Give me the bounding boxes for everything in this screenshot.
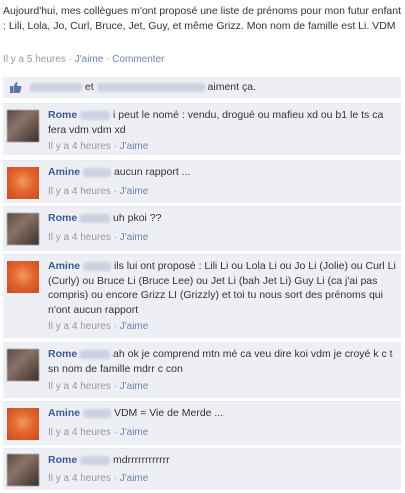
comment-like-link[interactable]: J'aime	[120, 427, 149, 438]
comment-item: Rome ah ok je comprend mtn mé ca veu dir…	[3, 342, 401, 398]
comment-body: Rome mdrrrrrrrrrrrr	[48, 453, 396, 468]
meta-separator: ·	[113, 186, 117, 197]
comment-author[interactable]: Rome	[48, 454, 77, 466]
comment-body: Amine aucun rapport ...	[48, 165, 396, 180]
comment-time: Il y a 4 heures	[48, 141, 111, 152]
meta-separator: ·	[68, 54, 72, 65]
comment-text: mdrrrrrrrrrrrr	[113, 454, 170, 466]
comment-like-link[interactable]: J'aime	[120, 141, 149, 152]
comment-time: Il y a 4 heures	[48, 232, 111, 243]
avatar[interactable]	[7, 408, 39, 440]
avatar[interactable]	[7, 110, 39, 142]
comment-meta: Il y a 4 heures · J'aime	[48, 321, 148, 332]
post-comment-link[interactable]: Commenter	[112, 54, 164, 65]
author-surname-blurred[interactable]	[80, 110, 111, 120]
comment-meta: Il y a 4 heures · J'aime	[48, 473, 148, 484]
meta-separator: ·	[113, 321, 117, 332]
comment-text: VDM = Vie de Merde ...	[113, 407, 224, 419]
comment-body: Rome uh pkoi ??	[48, 211, 396, 226]
comment-meta: Il y a 4 heures · J'aime	[48, 186, 148, 197]
comment-time: Il y a 4 heures	[48, 321, 111, 332]
post-meta: Il y a 5 heures · J'aime · Commenter	[3, 54, 164, 65]
meta-separator: ·	[113, 232, 117, 243]
liker-name-blurred[interactable]	[96, 82, 205, 92]
comment-item: Rome mdrrrrrrrrrrrr Il y a 4 heures · J'…	[3, 448, 401, 490]
comment-author[interactable]: Rome	[48, 212, 77, 224]
meta-separator: ·	[106, 54, 110, 65]
liker-name-blurred[interactable]	[30, 82, 82, 92]
comment-body: Amine ils lui ont proposé : Lili Li ou L…	[48, 259, 396, 317]
comment-item: Amine ils lui ont proposé : Lili Li ou L…	[3, 254, 401, 338]
likes-connector: et	[84, 81, 94, 93]
comment-time: Il y a 4 heures	[48, 427, 111, 438]
meta-separator: ·	[113, 381, 117, 392]
comment-meta: Il y a 4 heures · J'aime	[48, 381, 148, 392]
comment-author[interactable]: Amine	[48, 260, 80, 272]
likes-text: et aiment ça.	[30, 81, 256, 93]
comment-like-link[interactable]: J'aime	[120, 473, 149, 484]
author-surname-blurred[interactable]	[80, 349, 111, 359]
comment-body: Amine VDM = Vie de Merde ...	[48, 406, 396, 421]
comment-item: Amine VDM = Vie de Merde ... Il y a 4 he…	[3, 401, 401, 445]
author-surname-blurred[interactable]	[83, 408, 112, 418]
post-like-link[interactable]: J'aime	[75, 54, 104, 65]
comment-meta: Il y a 4 heures · J'aime	[48, 427, 148, 438]
likes-suffix: aiment ça.	[207, 81, 256, 93]
comment-author[interactable]: Amine	[48, 407, 80, 419]
comment-item: Amine aucun rapport ... Il y a 4 heures …	[3, 160, 401, 203]
author-surname-blurred[interactable]	[80, 455, 111, 465]
comment-time: Il y a 4 heures	[48, 381, 111, 392]
comment-author[interactable]: Amine	[48, 166, 80, 178]
comment-item: Rome i peut le nomé : vendu, drogué ou m…	[3, 103, 401, 155]
author-surname-blurred[interactable]	[83, 261, 112, 271]
comment-author[interactable]: Rome	[48, 109, 77, 121]
comment-item: Rome uh pkoi ?? Il y a 4 heures · J'aime	[3, 206, 401, 251]
comment-body: Rome ah ok je comprend mtn mé ca veu dir…	[48, 347, 396, 376]
avatar[interactable]	[7, 261, 39, 293]
comment-meta: Il y a 4 heures · J'aime	[48, 141, 148, 152]
author-surname-blurred[interactable]	[80, 213, 111, 223]
comment-like-link[interactable]: J'aime	[120, 232, 149, 243]
comment-text: uh pkoi ??	[113, 212, 162, 224]
comment-like-link[interactable]: J'aime	[120, 381, 149, 392]
avatar[interactable]	[7, 454, 39, 486]
comment-meta: Il y a 4 heures · J'aime	[48, 232, 148, 243]
comment-body: Rome i peut le nomé : vendu, drogué ou m…	[48, 108, 396, 137]
author-surname-blurred[interactable]	[83, 167, 112, 177]
post-text: Aujourd'hui, mes collègues m'ont proposé…	[3, 5, 401, 32]
thumbs-up-icon	[10, 82, 22, 93]
likes-bar: et aiment ça.	[3, 77, 401, 98]
meta-separator: ·	[113, 141, 117, 152]
comment-like-link[interactable]: J'aime	[120, 186, 149, 197]
comment-time: Il y a 4 heures	[48, 473, 111, 484]
post-time: Il y a 5 heures	[3, 54, 66, 65]
comment-like-link[interactable]: J'aime	[120, 321, 149, 332]
meta-separator: ·	[113, 473, 117, 484]
avatar[interactable]	[7, 349, 39, 381]
comment-time: Il y a 4 heures	[48, 186, 111, 197]
comment-author[interactable]: Rome	[48, 348, 77, 360]
meta-separator: ·	[113, 427, 117, 438]
avatar[interactable]	[7, 167, 39, 199]
comment-text: aucun rapport ...	[113, 166, 191, 178]
avatar[interactable]	[7, 213, 39, 245]
